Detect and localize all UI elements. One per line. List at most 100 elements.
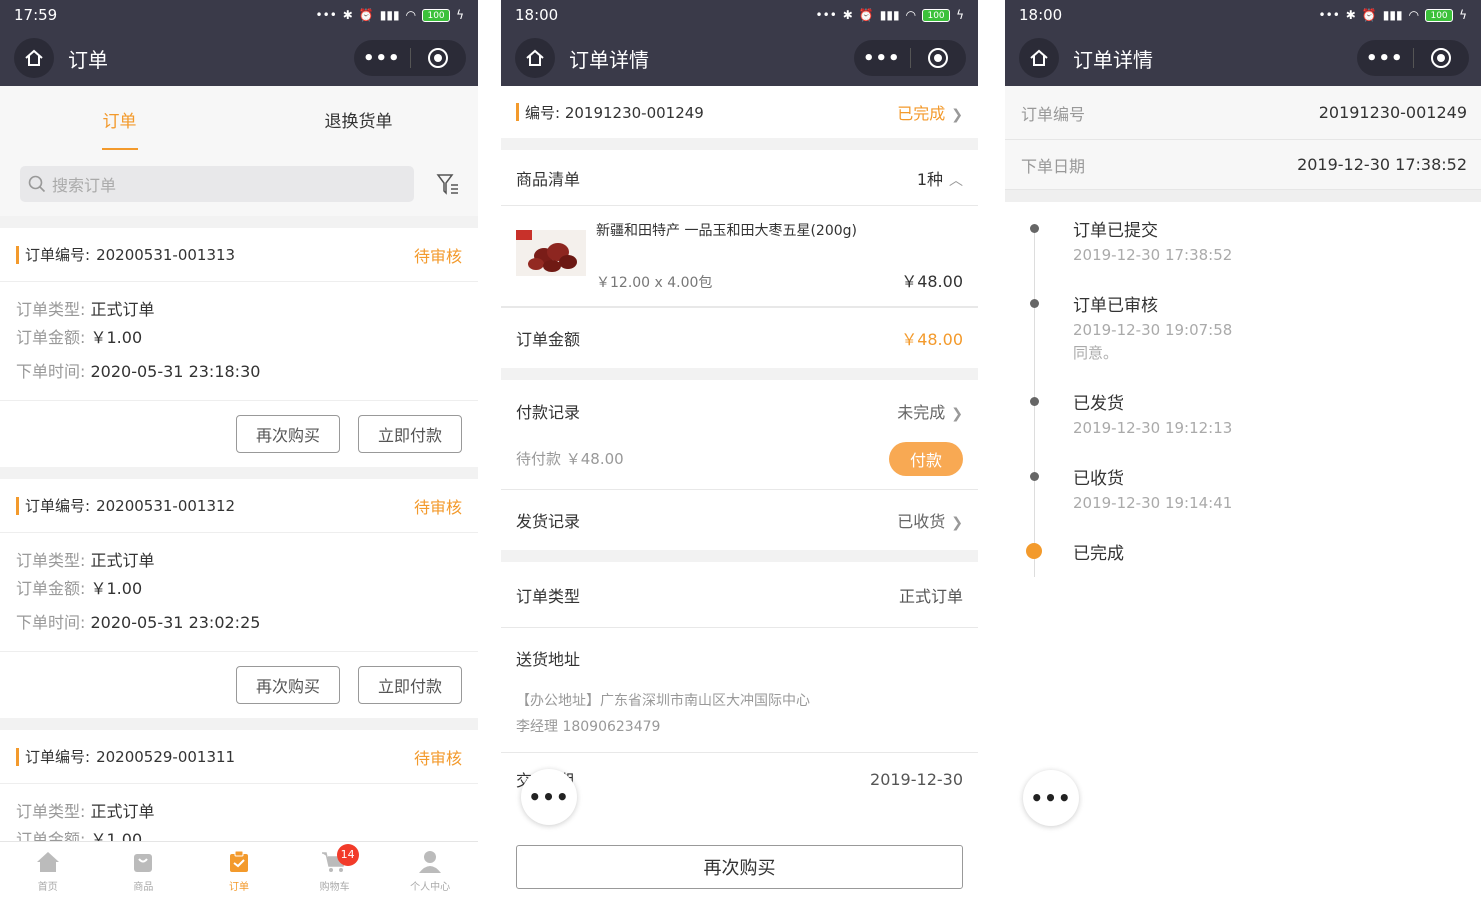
payment-record-row[interactable]: 付款记录 未完成 ❯ <box>501 380 978 442</box>
alarm-icon: ⏰ <box>358 8 374 22</box>
home-button[interactable] <box>1019 38 1059 78</box>
page-title: 订单 <box>68 47 108 72</box>
home-button[interactable] <box>14 38 54 78</box>
step-title: 已收货 <box>1073 469 1124 489</box>
battery-icon: 100 <box>922 8 951 22</box>
home-button[interactable] <box>515 38 555 78</box>
filter-icon[interactable] <box>436 172 460 196</box>
signal-icon: ▮▮▮ <box>1382 8 1403 22</box>
tab-orders[interactable]: 订单 <box>0 86 239 152</box>
order-card[interactable]: 订单编号: 20200531-001313 待审核 订单类型: 正式订单 订单金额… <box>0 228 478 467</box>
mini-program-capsule: ••• <box>854 40 966 76</box>
order-no-label: 订单编号: <box>25 497 91 515</box>
type-label: 订单类型 <box>516 586 581 606</box>
rebuy-button[interactable]: 再次购买 <box>236 415 340 453</box>
tabbar-profile[interactable]: 个人中心 <box>382 842 478 901</box>
status-badge: 待审核 <box>413 246 462 266</box>
order-type: 正式订单 <box>90 802 155 821</box>
order-card[interactable]: 订单编号: 20200531-001312 待审核 订单类型: 正式订单 订单金额… <box>0 479 478 718</box>
tabbar-products[interactable]: 商品 <box>96 842 192 901</box>
pay-now-button[interactable]: 立即付款 <box>358 666 462 704</box>
search-icon <box>28 175 46 193</box>
more-dots-icon: ••• <box>815 8 837 22</box>
battery-icon: 100 <box>1425 8 1454 22</box>
step-title: 订单已审核 <box>1073 296 1158 316</box>
tabbar-cart[interactable]: 14 购物车 <box>287 842 383 901</box>
tabbar-orders[interactable]: 订单 <box>191 842 287 901</box>
product-name: 新疆和田特产 一品玉和田大枣五星(200g) <box>596 223 857 239</box>
shipping-address-block: 送货地址 【办公地址】广东省深圳市南山区大冲国际中心 李经理 180906234… <box>501 628 978 753</box>
step-time: 2019-12-30 19:14:41 <box>1073 494 1233 512</box>
step-time: 2019-12-30 19:07:58 <box>1073 321 1233 339</box>
more-menu-button[interactable]: ••• <box>1357 48 1413 69</box>
bluetooth-icon: ✱ <box>342 8 353 22</box>
search-row: 搜索订单 <box>0 152 478 216</box>
timeline-dot <box>1030 224 1039 233</box>
goods-list-header[interactable]: 商品清单 1种 ︿ <box>501 150 978 206</box>
more-menu-button[interactable]: ••• <box>854 48 910 69</box>
status-icons: ••• ✱ ⏰ ▮▮▮ ◠ 100 ϟ <box>816 8 964 22</box>
pending-amount: 待付款 ￥48.00 <box>516 450 624 468</box>
order-date: 2019-12-30 17:38:52 <box>1297 155 1467 174</box>
home-icon <box>25 49 43 66</box>
product-qty: ￥12.00 x 4.00包 <box>596 275 713 291</box>
bottom-tab-bar: 首页 商品 订单 14 购物车 个人中心 <box>0 841 478 901</box>
battery-icon: 100 <box>422 8 451 22</box>
status-time: 18:00 <box>515 6 559 24</box>
rebuy-button[interactable]: 再次购买 <box>516 845 963 889</box>
close-app-button[interactable] <box>411 47 467 69</box>
close-app-button[interactable] <box>1414 47 1470 69</box>
pay-button[interactable]: 付款 <box>889 442 963 476</box>
tab-returns[interactable]: 退换货单 <box>239 86 478 152</box>
signal-icon: ▮▮▮ <box>379 8 400 22</box>
order-header-row[interactable]: 编号: 20191230-001249 已完成 ❯ <box>501 86 978 138</box>
more-menu-button[interactable]: ••• <box>354 48 410 69</box>
status-bar: 17:59 ••• ✱ ⏰ ▮▮▮ ◠ 100 ϟ <box>0 0 478 30</box>
target-icon <box>1431 48 1452 68</box>
pay-now-button[interactable]: 立即付款 <box>358 415 462 453</box>
floating-more-button[interactable]: ••• <box>521 769 577 825</box>
order-amount-label: 订单金额: <box>16 579 86 598</box>
pending-payment-row: 待付款 ￥48.00 付款 <box>501 442 978 490</box>
wifi-icon: ◠ <box>905 8 917 22</box>
order-amount: ￥48.00 <box>901 330 963 349</box>
tabbar-home[interactable]: 首页 <box>0 842 96 901</box>
alarm-icon: ⏰ <box>1361 8 1377 22</box>
mini-program-capsule: ••• <box>354 40 466 76</box>
order-list-screen: 17:59 ••• ✱ ⏰ ▮▮▮ ◠ 100 ϟ 订单 ••• 订单 退换货单 <box>0 0 478 901</box>
floating-more-button[interactable]: ••• <box>1023 770 1079 826</box>
order-time: 2020-05-31 23:02:25 <box>90 613 261 632</box>
wifi-icon: ◠ <box>405 8 417 22</box>
charging-icon: ϟ <box>1459 8 1467 22</box>
bag-icon <box>134 854 153 872</box>
home-icon <box>36 852 59 872</box>
close-app-button[interactable] <box>911 47 967 69</box>
rebuy-button[interactable]: 再次购买 <box>236 666 340 704</box>
status-badge: 已完成 <box>897 104 946 123</box>
status-badge: 待审核 <box>413 748 462 768</box>
step-title: 已完成 <box>1073 544 1124 564</box>
order-no: 20191230-001249 <box>1318 103 1467 122</box>
order-type-label: 订单类型: <box>16 802 86 821</box>
search-input[interactable]: 搜索订单 <box>20 166 414 202</box>
bluetooth-icon: ✱ <box>1345 8 1356 22</box>
delivery-record-row[interactable]: 发货记录 已收货 ❯ <box>501 490 978 550</box>
timeline-step: 订单已审核 2019-12-30 19:07:58 同意。 <box>1030 293 1481 365</box>
order-time-label: 下单时间: <box>16 362 86 381</box>
user-icon <box>419 851 442 873</box>
page-title: 订单详情 <box>1073 47 1153 72</box>
order-icon <box>229 850 248 872</box>
timeline-dot <box>1030 472 1039 481</box>
order-no-label: 订单编号: <box>25 748 91 766</box>
address-text: 【办公地址】广东省深圳市南山区大冲国际中心 <box>516 693 810 709</box>
home-icon <box>1030 49 1048 66</box>
product-item[interactable]: 新疆和田特产 一品玉和田大枣五星(200g) ￥12.00 x 4.00包 ￥4… <box>501 206 978 308</box>
timeline-step: 已发货 2019-12-30 19:12:13 <box>1030 391 1481 440</box>
timeline-dot <box>1030 299 1039 308</box>
order-no: 20200531-001313 <box>96 245 236 264</box>
goods-list-label: 商品清单 <box>516 169 581 189</box>
order-amount-label: 订单金额: <box>16 328 86 347</box>
delivery-status: 已收货 <box>897 512 946 531</box>
timeline-step: 订单已提交 2019-12-30 17:38:52 <box>1030 218 1481 267</box>
order-amount: ￥1.00 <box>90 328 143 347</box>
